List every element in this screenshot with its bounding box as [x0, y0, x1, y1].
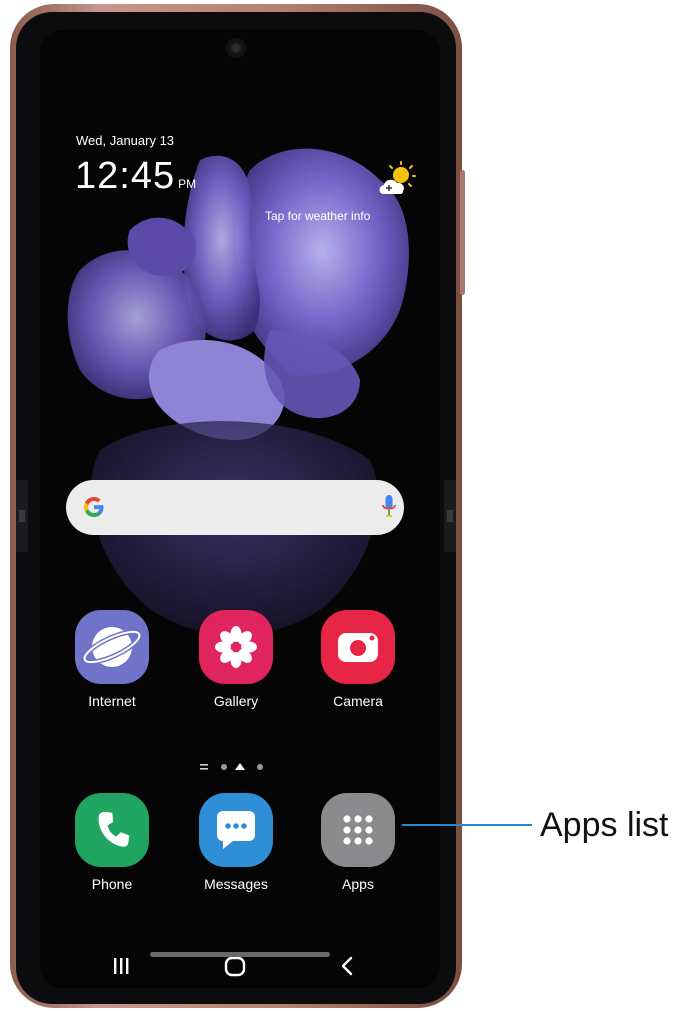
recents-icon: [114, 958, 129, 974]
weather-prompt[interactable]: Tap for weather info: [265, 209, 370, 223]
callout-line: [402, 824, 532, 826]
app-messages[interactable]: Messages: [181, 793, 291, 892]
google-search-bar[interactable]: [66, 480, 404, 535]
flower-wallpaper: [67, 148, 409, 635]
app-phone[interactable]: Phone: [57, 793, 167, 892]
home-screen: Wed, January 13 12:45 PM Tap for weather …: [40, 30, 440, 988]
clock-ampm: PM: [178, 177, 197, 191]
app-camera[interactable]: Camera: [303, 610, 413, 709]
hinge-right: [444, 480, 456, 552]
home-icon: [224, 956, 246, 977]
app-label: Phone: [91, 876, 133, 892]
app-label: Camera: [333, 693, 383, 709]
date-text: Wed, January 13: [76, 133, 175, 148]
app-label: Gallery: [213, 693, 259, 709]
internet-icon: [75, 610, 149, 684]
app-label: Messages: [204, 876, 268, 892]
front-camera: [226, 38, 246, 58]
page-indicator[interactable]: [198, 761, 278, 773]
side-button: [460, 170, 465, 295]
back-icon: [341, 956, 353, 976]
messages-icon: [199, 793, 273, 867]
camera-icon: [321, 610, 395, 684]
hinge-left: [16, 480, 28, 552]
callout-label: Apps list: [540, 806, 669, 844]
app-apps[interactable]: Apps: [303, 793, 413, 892]
phone-icon: [75, 793, 149, 867]
google-g-icon: [84, 497, 104, 517]
home-pages-icon: [200, 764, 208, 770]
apps-grid-icon: [321, 793, 395, 867]
app-label: Internet: [88, 693, 136, 709]
app-label: Apps: [342, 876, 374, 892]
gallery-icon: [199, 610, 273, 684]
clock-time: 12:45: [75, 155, 176, 197]
app-internet[interactable]: Internet: [57, 610, 167, 709]
app-gallery[interactable]: Gallery: [181, 610, 291, 709]
clock[interactable]: 12:45 PM: [75, 155, 196, 198]
mic-icon[interactable]: [382, 494, 396, 520]
gesture-handle: [150, 952, 330, 957]
partly-sunny-icon[interactable]: [376, 160, 416, 200]
